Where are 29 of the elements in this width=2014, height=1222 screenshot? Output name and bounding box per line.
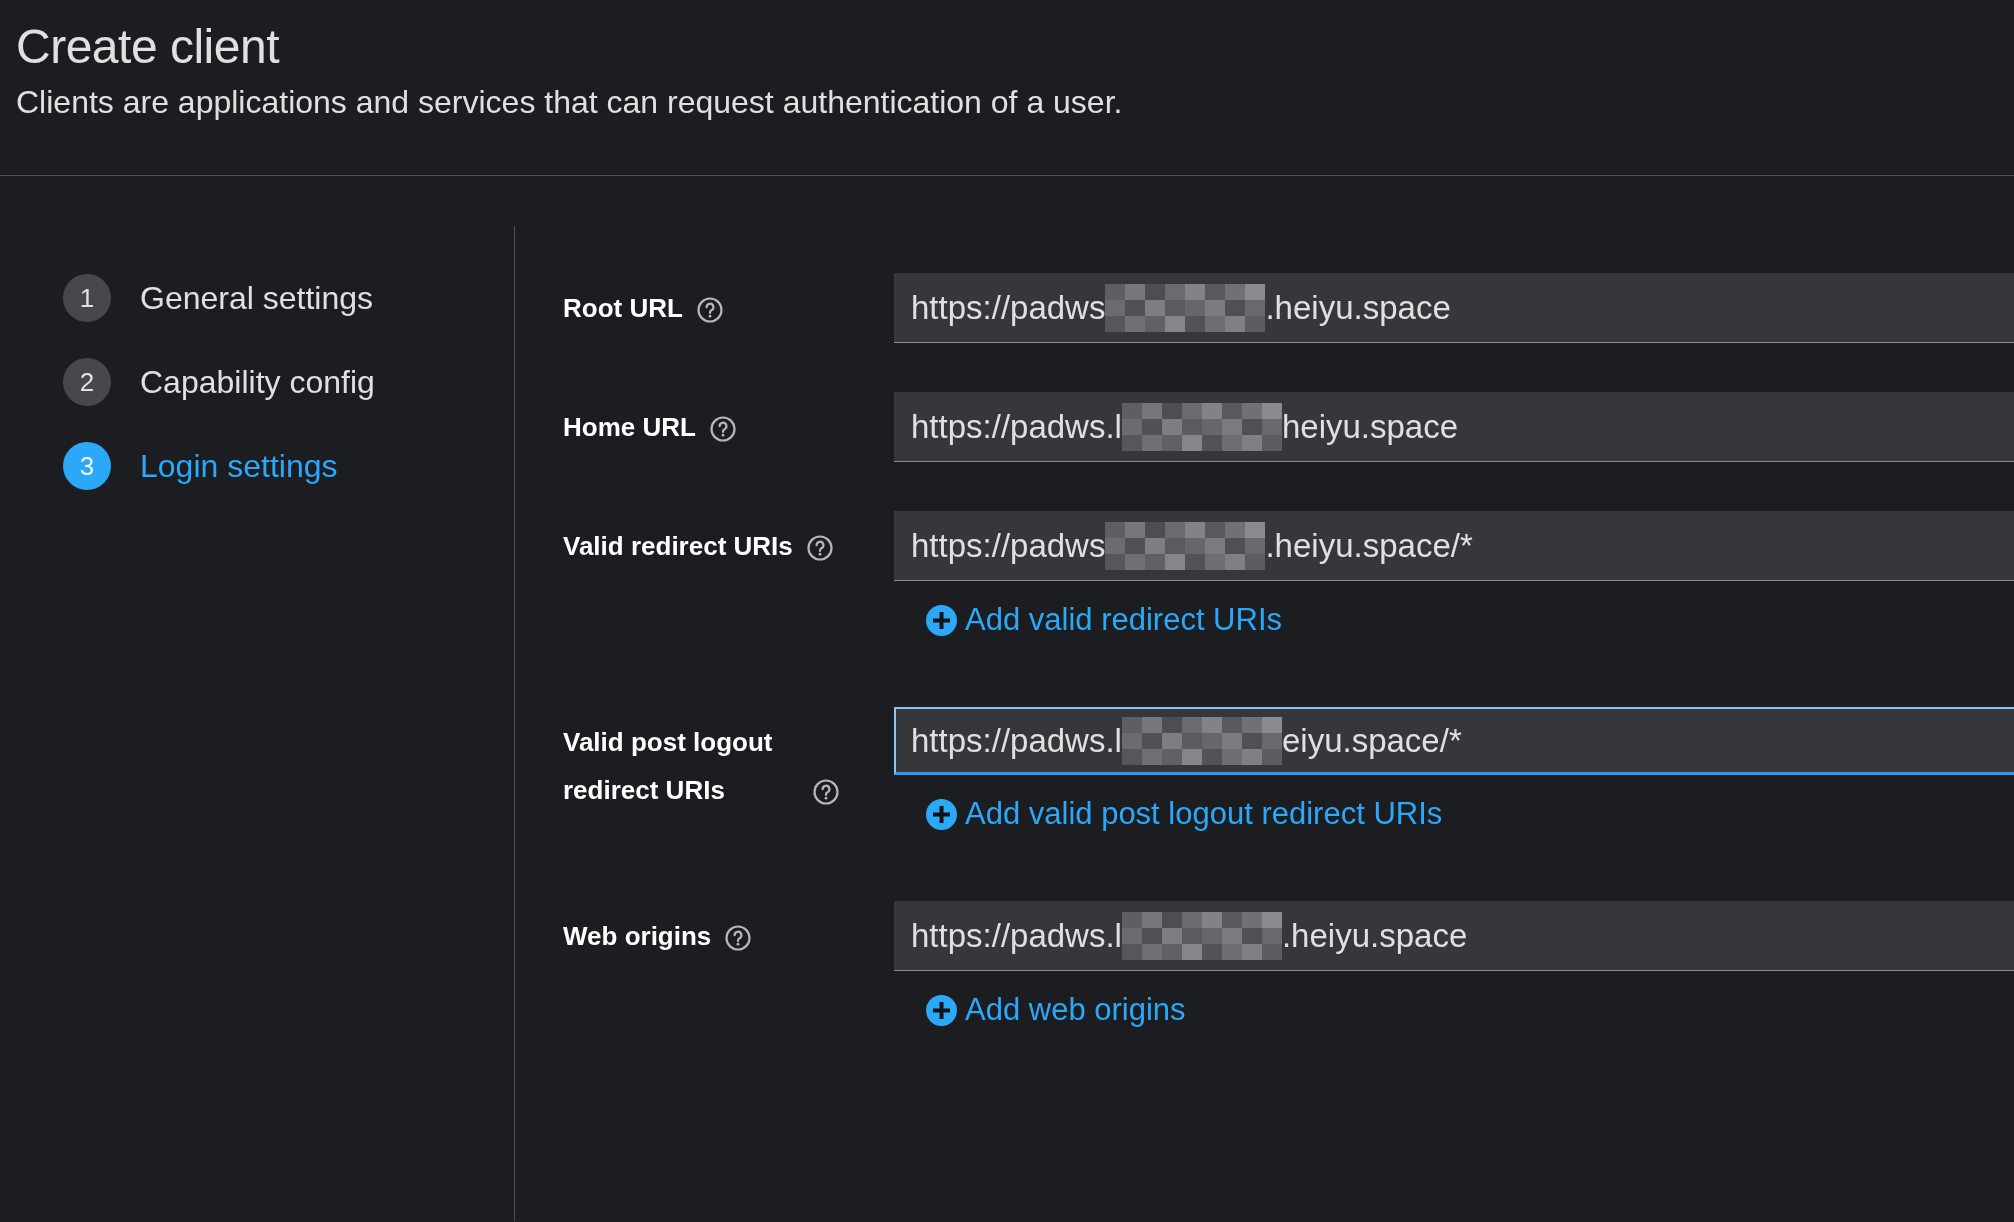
page-description: Clients are applications and services that can request authentication of a user. [16, 83, 1123, 122]
url-field[interactable]: https://padws.l eiyu.space/* [894, 707, 2014, 775]
help-icon[interactable] [806, 535, 833, 561]
field-label: Root URL [563, 292, 683, 325]
url-field[interactable]: https://padws .heiyu.space/* [894, 511, 2014, 581]
step-number: 3 [63, 442, 111, 490]
wizard-step[interactable]: 3 Login settings [63, 424, 338, 508]
add-link[interactable]: Add valid post logout redirect URIs [926, 797, 1443, 831]
add-link[interactable]: Add web origins [926, 993, 1186, 1027]
plus-circle-icon [926, 604, 957, 636]
url-field[interactable]: https://padws.l .heiyu.space [894, 901, 2014, 971]
help-icon[interactable] [725, 925, 752, 951]
url-field[interactable]: https://padws.l heiyu.space [894, 392, 2014, 462]
step-number: 2 [63, 358, 111, 406]
help-icon[interactable] [696, 297, 723, 323]
plus-circle-icon [926, 994, 957, 1026]
field-label: Valid redirect URIs [563, 530, 793, 563]
url-field[interactable]: https://padws .heiyu.space [894, 273, 2014, 343]
add-link[interactable]: Add valid redirect URIs [926, 603, 1282, 637]
wizard-step[interactable]: 1 General settings [63, 256, 373, 340]
wizard-step[interactable]: 2 Capability config [63, 340, 375, 424]
page-title: Create client [16, 19, 279, 75]
help-icon[interactable] [709, 416, 736, 442]
step-number: 1 [63, 274, 111, 322]
help-icon[interactable] [813, 779, 839, 805]
field-label: Home URL [563, 411, 696, 444]
field-label: Valid post logout redirect URIs [563, 726, 774, 807]
field-label: Web origins [563, 920, 712, 953]
plus-circle-icon [926, 798, 957, 830]
